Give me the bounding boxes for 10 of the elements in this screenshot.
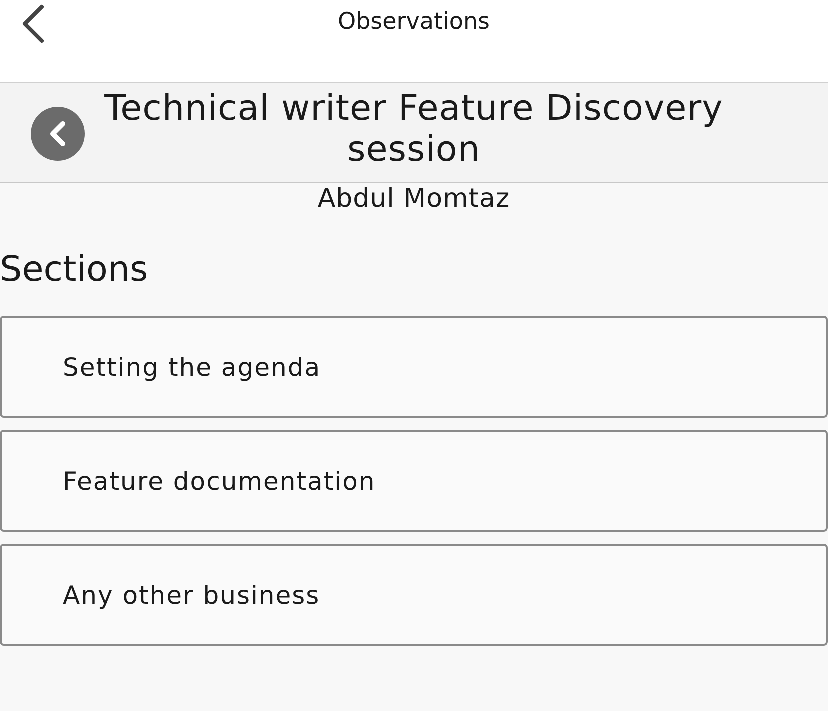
section-item[interactable]: Any other business [0, 544, 828, 646]
section-item[interactable]: Feature documentation [0, 430, 828, 532]
chevron-left-icon [20, 4, 46, 44]
chevron-left-icon [48, 121, 68, 147]
section-item[interactable]: Setting the agenda [0, 316, 828, 418]
author-name: Abdul Momtaz [316, 185, 512, 213]
sections-heading: Sections [0, 250, 150, 290]
page-title: Observations [338, 9, 490, 35]
back-circle-button[interactable] [31, 107, 85, 161]
session-title: Technical writer Feature Discovery session [104, 89, 724, 172]
